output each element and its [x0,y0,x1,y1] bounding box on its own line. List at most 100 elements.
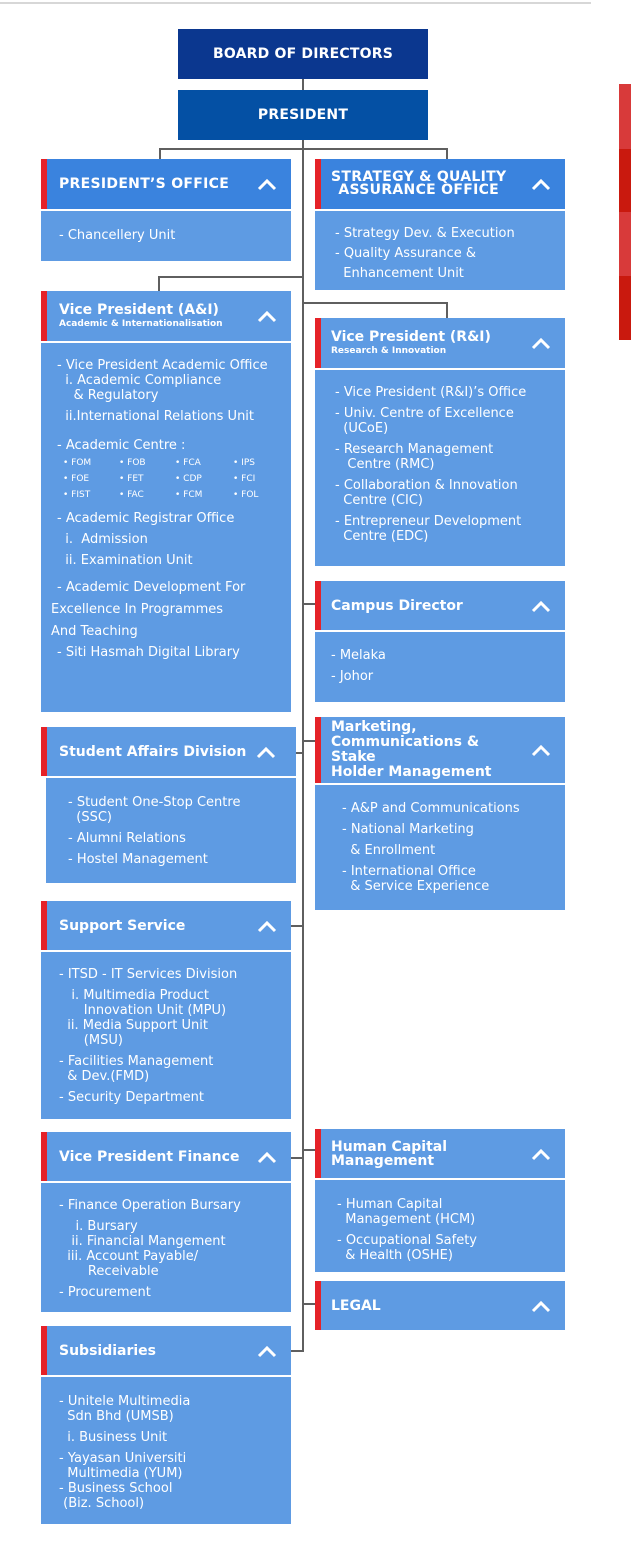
academic-centre-item: • FOM [63,458,92,468]
vp-ai-header[interactable]: Vice President (A&I) Academic & Internat… [41,291,291,341]
side-tab[interactable] [619,276,631,340]
unit-presidents-office: PRESIDENT’S OFFICE - Chancellery Unit [41,159,291,261]
list-item: i. Academic Compliance [57,373,222,388]
connector-line [158,276,160,291]
academic-centre-item: • FOE [63,474,90,484]
strategy-quality-list: - Strategy Dev. & Execution - Quality As… [315,211,565,290]
list-item: (SSC) [68,810,112,825]
vp-ri-subtitle: Research & Innovation [331,345,447,356]
list-item: Receivable [59,1264,159,1279]
chevron-up-icon[interactable] [256,745,276,759]
academic-centre-item: • FOB [119,458,146,468]
unit-vp-academic-internationalisation: Vice President (A&I) Academic & Internat… [41,291,291,712]
chevron-up-icon[interactable] [531,336,551,350]
chevron-up-icon[interactable] [531,1299,551,1313]
side-tab[interactable] [619,149,631,212]
campus-director-title: Campus Director [331,597,463,614]
list-item: Management (HCM) [337,1212,476,1227]
vp-finance-list: - Finance Operation Bursary i. Bursary i… [41,1183,291,1312]
unit-subsidiaries: Subsidiaries - Unitele Multimedia Sdn Bh… [41,1326,291,1524]
strategy-quality-header[interactable]: STRATEGY & QUALITY ASSURANCE OFFICE [315,159,565,209]
list-item: - Finance Operation Bursary [59,1198,241,1213]
human-capital-header[interactable]: Human Capital Management [315,1129,565,1178]
chevron-up-icon[interactable] [257,919,277,933]
list-item: - Academic Centre : [57,438,186,453]
strategy-quality-title: STRATEGY & QUALITY ASSURANCE OFFICE [331,169,507,198]
academic-centre-item: • CDP [175,474,202,484]
list-item: - Yayasan Universiti [59,1451,187,1466]
subsidiaries-list: - Unitele Multimedia Sdn Bhd (UMSB) i. B… [41,1377,291,1524]
unit-campus-director: Campus Director - Melaka - Johor [315,581,565,702]
marketing-title: Marketing, Communications & Stake Holder… [331,719,492,780]
list-item: - Occupational Safety [337,1233,478,1248]
connector-line [302,79,304,90]
presidents-office-header[interactable]: PRESIDENT’S OFFICE [41,159,291,209]
list-item: & Health (OSHE) [337,1248,453,1263]
list-item: - Business School [59,1481,173,1496]
list-item: - Hostel Management [68,852,208,867]
support-service-header[interactable]: Support Service [41,901,291,950]
side-tab[interactable] [619,84,631,149]
list-item: - International Office [342,864,476,879]
list-item: ii. Examination Unit [57,553,193,568]
chevron-up-icon[interactable] [257,177,277,191]
list-item: & Service Experience [342,879,490,894]
vp-finance-header[interactable]: Vice President Finance [41,1132,291,1181]
legal-header[interactable]: LEGAL [315,1281,565,1330]
list-item: & Regulatory [57,388,159,403]
human-capital-title: Human Capital Management [331,1138,448,1169]
student-affairs-header[interactable]: Student Affairs Division [41,727,296,776]
chevron-up-icon[interactable] [531,177,551,191]
list-item: - Chancellery Unit [59,228,176,243]
list-item: ii. Media Support Unit [59,1018,208,1033]
list-item: - Quality Assurance & [335,246,477,261]
marketing-header[interactable]: Marketing, Communications & Stake Holder… [315,717,565,783]
chevron-up-icon[interactable] [257,309,277,323]
list-item: & Dev.(FMD) [59,1069,150,1084]
chevron-up-icon[interactable] [531,599,551,613]
list-item: Enhancement Unit [335,266,464,281]
list-item: - Research Management [335,442,494,457]
list-item: Centre (RMC) [335,457,435,472]
unit-human-capital: Human Capital Management - Human Capital… [315,1129,565,1272]
list-item: Multimedia (YUM) [59,1466,183,1481]
chevron-up-icon[interactable] [531,743,551,757]
connector-line [302,603,315,605]
list-item: (Biz. School) [59,1496,145,1511]
connector-line [446,148,448,159]
vp-finance-title: Vice President Finance [59,1148,240,1165]
list-item: - Facilities Management [59,1054,214,1069]
campus-director-header[interactable]: Campus Director [315,581,565,630]
list-item: iii. Account Payable/ [59,1249,199,1264]
connector-line [302,302,448,304]
list-item: - Univ. Centre of Excellence [335,406,514,421]
side-tab[interactable] [619,212,631,276]
chevron-up-icon[interactable] [257,1150,277,1164]
list-item: Centre (EDC) [335,529,429,544]
list-item: & Enrollment [342,843,436,858]
list-item: ii.International Relations Unit [57,409,255,424]
vp-ai-title: Vice President (A&I) Academic & Internat… [59,301,223,329]
connector-line [446,302,448,318]
human-capital-list: - Human Capital Management (HCM) - Occup… [315,1180,565,1272]
academic-centre-item: • FCI [233,474,256,484]
support-service-list: - ITSD - IT Services Division i. Multime… [41,952,291,1119]
chevron-up-icon[interactable] [531,1147,551,1161]
connector-line [158,276,304,278]
academic-centre-grid: • FOM • FOB • FCA • IPS • FOE • FET • CD… [57,455,291,503]
list-item: - Johor [331,669,374,684]
chevron-up-icon[interactable] [257,1344,277,1358]
connector-line [302,1303,315,1305]
support-service-title: Support Service [59,917,186,934]
subsidiaries-header[interactable]: Subsidiaries [41,1326,291,1375]
academic-centre-item: • FOL [233,490,259,500]
academic-centre-item: • FET [119,474,144,484]
academic-centre-item: • FAC [119,490,144,500]
president-box: PRESIDENT [178,90,428,140]
unit-student-affairs: Student Affairs Division - Student One-S… [41,727,296,883]
vp-ri-header[interactable]: Vice President (R&I) Research & Innovati… [315,318,565,368]
list-item: - Melaka [331,648,386,663]
unit-vp-finance: Vice President Finance - Finance Operati… [41,1132,291,1312]
list-item: i. Admission [57,532,148,547]
list-item: (MSU) [59,1033,123,1048]
